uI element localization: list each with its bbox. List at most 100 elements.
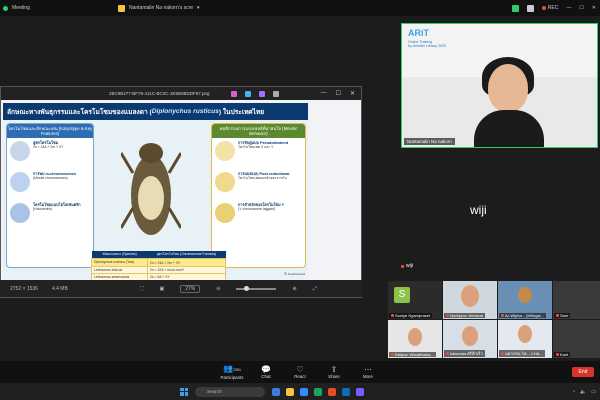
start-button[interactable] bbox=[180, 387, 188, 396]
end-button[interactable]: End bbox=[572, 367, 594, 377]
chrome-icon[interactable] bbox=[314, 387, 322, 396]
image-dimensions: 2752 × 1536 bbox=[10, 285, 38, 292]
chat-button[interactable]: 💬 Chat bbox=[249, 365, 283, 379]
record-dot-icon bbox=[541, 6, 546, 10]
muted-mic-icon bbox=[501, 314, 504, 317]
speaker-video[interactable]: ARiT Online Training by Arrestin Library … bbox=[401, 23, 598, 148]
image-viewer-statusbar: 2752 × 1536 4.4 MB ⛶ ▣ 27% ⊖ ⊕ ⤢ bbox=[0, 280, 362, 297]
shared-screen-title[interactable]: Nantamalin Na nakorn's scre bbox=[129, 5, 193, 11]
top-bar: Meeting Nantamalin Na nakorn's scre ▾ RE… bbox=[0, 0, 600, 16]
viewer-minimize-icon[interactable]: — bbox=[321, 90, 327, 97]
file-explorer-icon[interactable] bbox=[286, 387, 294, 396]
participant-face bbox=[408, 328, 422, 346]
participant-wiji-name: wiji bbox=[470, 203, 487, 217]
view-icon[interactable] bbox=[526, 4, 534, 12]
viewer-maximize-icon[interactable]: ☐ bbox=[336, 90, 341, 97]
species-table: ชนิดแมลงดา (Species) สูตรโครโมโซม (Chrom… bbox=[91, 251, 227, 281]
dropdown-chevron-icon[interactable]: ▾ bbox=[197, 5, 200, 11]
more-button[interactable]: ⋯ More bbox=[351, 365, 385, 379]
edit-icon[interactable] bbox=[231, 90, 237, 97]
app-icon[interactable] bbox=[328, 387, 336, 396]
speaker-name-tag: Nantamalin Na nakorn bbox=[404, 138, 455, 145]
task-view-icon[interactable] bbox=[272, 387, 280, 396]
list-item: โครโมโซมแบบโฮโลเซนตริก (Holocentric) bbox=[7, 200, 93, 231]
muted-mic-icon bbox=[391, 314, 394, 317]
fit-icon[interactable]: ⛶ bbox=[140, 286, 144, 292]
meiotic-header: พฤติกรรมการแบ่งเซลล์ที่น่าสนใจ (Meiotic … bbox=[212, 124, 305, 138]
designer-icon[interactable] bbox=[259, 90, 265, 97]
participant-wiji-tag: wiji bbox=[401, 263, 413, 269]
participant-tile[interactable]: Ar-Wipha... (iWingst... bbox=[498, 281, 552, 319]
water-bug-illustration bbox=[121, 143, 181, 235]
cell-icon bbox=[215, 141, 235, 161]
list-item: การพบ m-chromosomes (Minute chromosomes) bbox=[7, 169, 93, 200]
participant-tile[interactable]: S Somjai Ngampraset bbox=[388, 281, 442, 319]
table-row: Lethocerus indicus 2n = 22A + neoX-neoY bbox=[91, 266, 227, 274]
list-item: สูตรโครโมโซม 2n = 24A + 2m + XY bbox=[7, 138, 93, 169]
shared-screen: 2BC9B477-BF79-411C-BC0C-3E5B0BDDF87.png … bbox=[0, 86, 362, 298]
minimize-icon[interactable]: — bbox=[566, 5, 571, 11]
image-filesize: 4.4 MB bbox=[51, 285, 68, 292]
edge-icon[interactable] bbox=[342, 387, 350, 396]
actual-size-icon[interactable]: ▣ bbox=[160, 286, 165, 292]
speaker-face bbox=[488, 64, 528, 112]
participant-tile[interactable]: Kant bbox=[553, 320, 600, 358]
slide-image: ลักษณะทางพันธุกรรมและโครโมโซมของแมลงดา (… bbox=[3, 103, 308, 281]
muted-mic-icon bbox=[501, 352, 504, 355]
security-shield-icon[interactable] bbox=[511, 4, 519, 12]
arit-logo-subtitle: Online Training by Arrestin Library 2020 bbox=[408, 40, 446, 48]
chromosome-icon bbox=[10, 203, 30, 223]
photos-icon[interactable] bbox=[356, 387, 364, 396]
participants-icon: 👥2391 bbox=[223, 364, 241, 373]
table-header: สูตรโครโมโซม (Chromosome Formula) bbox=[147, 251, 226, 259]
close-icon[interactable]: ✕ bbox=[592, 5, 596, 11]
zoom-level[interactable]: 27% bbox=[180, 284, 201, 293]
zoom-out-icon[interactable]: ⊖ bbox=[216, 286, 220, 292]
participant-face bbox=[461, 285, 479, 307]
zoom-window: Meeting Nantamalin Na nakorn's scre ▾ RE… bbox=[0, 0, 600, 400]
viewer-close-icon[interactable]: ✕ bbox=[350, 90, 355, 97]
react-button[interactable]: ♡ React bbox=[283, 365, 317, 379]
karyotype-header: โครโมโซมและลักษณะเด่น (Karyotype & Key F… bbox=[7, 124, 93, 138]
participant-tile[interactable]: นพวรรณ ไท... CHA... bbox=[498, 320, 552, 358]
wifi-icon[interactable]: ◔ bbox=[572, 389, 575, 395]
zoom-slider-knob[interactable] bbox=[244, 285, 250, 291]
participant-tile[interactable]: Sare bbox=[553, 281, 600, 319]
recording-indicator[interactable]: REC bbox=[541, 5, 558, 11]
system-tray: ◔ 🔈 ▭ bbox=[572, 389, 596, 395]
table-header: ชนิดแมลงดา (Species) bbox=[91, 251, 148, 259]
meeting-status-icon bbox=[3, 5, 8, 11]
muted-mic-icon bbox=[556, 353, 559, 356]
cell-icon bbox=[215, 172, 235, 192]
zoom-slider[interactable] bbox=[236, 285, 277, 291]
muted-mic-icon bbox=[446, 352, 449, 355]
muted-mic-icon bbox=[401, 264, 404, 268]
participant-tile[interactable]: Kittipun Wiwatthaba... bbox=[388, 320, 442, 358]
participant-tile[interactable]: Nuchjaon Jireewat bbox=[443, 281, 497, 319]
participant-face bbox=[462, 326, 478, 346]
screen-share-icon bbox=[118, 4, 125, 12]
cell-icon bbox=[215, 203, 235, 223]
chat-icon: 💬 bbox=[261, 365, 271, 374]
zoom-in-icon[interactable]: ⊕ bbox=[292, 286, 296, 292]
participant-tile[interactable]: kakamas ศรีฟ้าเร็ว bbox=[443, 320, 497, 358]
fullscreen-icon[interactable]: ⤢ bbox=[313, 286, 317, 292]
battery-icon[interactable]: ▭ bbox=[591, 389, 596, 395]
windows-logo-icon bbox=[180, 387, 188, 396]
zoom-app-icon[interactable] bbox=[300, 387, 308, 396]
maximize-icon[interactable]: ☐ bbox=[579, 5, 583, 11]
meeting-label[interactable]: Meeting bbox=[12, 5, 30, 11]
taskbar-search[interactable]: Search bbox=[195, 386, 265, 397]
windows-taskbar: Search ◔ 🔈 ▭ bbox=[0, 383, 600, 400]
image-filename: 2BC9B477-BF79-411C-BC0C-3E5B0BDDF87.png bbox=[109, 91, 210, 96]
slide-credit: ที่: NotebookLM bbox=[284, 272, 305, 276]
table-row: Diplonychus rusticus (ไทย) 2n = 24A + 2m… bbox=[91, 258, 227, 267]
participants-button[interactable]: 👥2391 Participants bbox=[215, 364, 249, 380]
more-options-icon[interactable] bbox=[273, 90, 279, 97]
taskbar-apps bbox=[272, 387, 364, 396]
share-icon: ⇪ bbox=[330, 365, 338, 374]
participant-avatar-image bbox=[518, 287, 532, 303]
share-button[interactable]: ⇪ Share bbox=[317, 365, 351, 379]
volume-icon[interactable]: 🔈 bbox=[580, 389, 586, 395]
copilot-icon[interactable] bbox=[245, 90, 251, 97]
